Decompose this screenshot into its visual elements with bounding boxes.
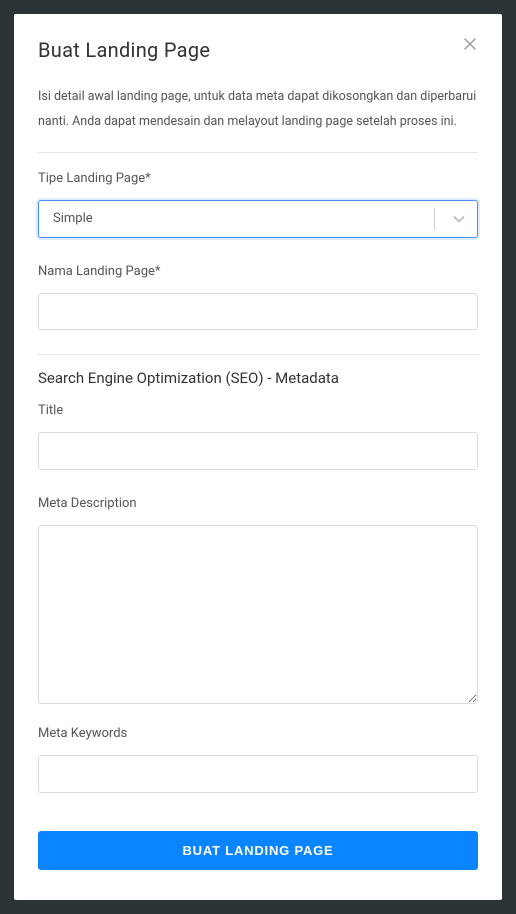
chevron-down-icon xyxy=(441,201,477,237)
name-input[interactable] xyxy=(38,293,478,331)
seo-section-heading: Search Engine Optimization (SEO) - Metad… xyxy=(38,369,478,387)
divider xyxy=(38,354,478,355)
type-label: Tipe Landing Page* xyxy=(38,171,478,186)
seo-title-label: Title xyxy=(38,403,478,418)
type-select-value: Simple xyxy=(53,211,434,226)
close-button[interactable] xyxy=(462,38,478,54)
meta-keywords-label: Meta Keywords xyxy=(38,726,478,741)
submit-button[interactable]: BUAT LANDING PAGE xyxy=(38,831,478,870)
divider xyxy=(38,152,478,153)
modal-header: Buat Landing Page xyxy=(38,38,478,62)
create-landing-page-modal: Buat Landing Page Isi detail awal landin… xyxy=(14,14,502,900)
name-label: Nama Landing Page* xyxy=(38,264,478,279)
modal-description: Isi detail awal landing page, untuk data… xyxy=(38,84,478,134)
meta-keywords-input[interactable] xyxy=(38,755,478,793)
seo-title-input[interactable] xyxy=(38,432,478,470)
meta-description-label: Meta Description xyxy=(38,496,478,511)
type-select[interactable]: Simple xyxy=(38,200,478,238)
modal-title: Buat Landing Page xyxy=(38,38,210,62)
close-icon xyxy=(464,37,476,54)
select-divider xyxy=(434,208,435,230)
meta-description-input[interactable] xyxy=(38,525,478,704)
